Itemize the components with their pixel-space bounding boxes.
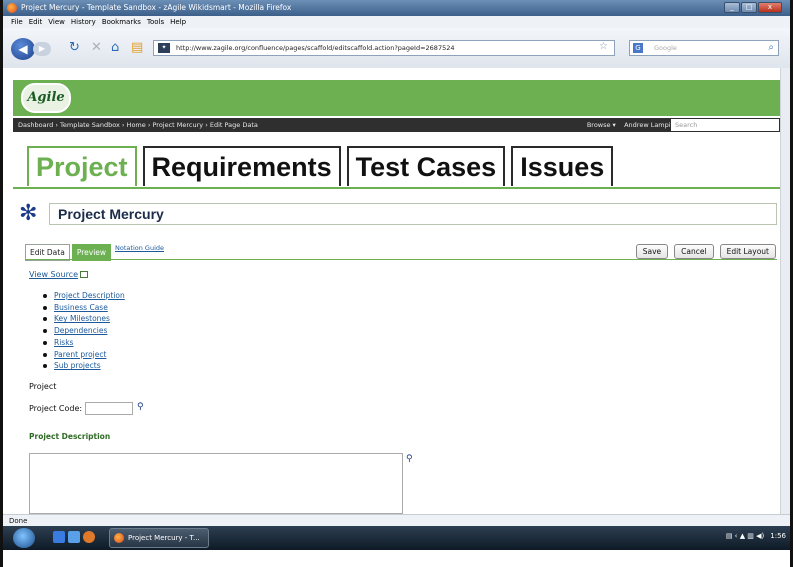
menu-bookmarks[interactable]: Bookmarks xyxy=(102,16,141,28)
breadcrumb[interactable]: Dashboard › Template Sandbox › Home › Pr… xyxy=(18,121,258,129)
menu-file[interactable]: File xyxy=(11,16,23,28)
tab-divider xyxy=(13,187,783,189)
title-bar: Project Mercury - Template Sandbox - zAg… xyxy=(3,0,790,16)
system-tray: ▤ ‹ ▲ ▥ ◀) 1:56 xyxy=(726,532,786,540)
project-code-input[interactable] xyxy=(85,402,133,415)
firefox-icon xyxy=(7,3,17,13)
table-of-contents: Project Description Business Case Key Mi… xyxy=(43,290,125,372)
lookup-icon[interactable]: ⚲ xyxy=(137,402,147,412)
stop-icon[interactable]: ✕ xyxy=(91,40,102,56)
edit-layout-button[interactable]: Edit Layout xyxy=(719,244,776,259)
ie-icon[interactable] xyxy=(53,531,65,543)
browser-window: Project Mercury - Template Sandbox - zAg… xyxy=(0,0,793,567)
menu-bar: File Edit View History Bookmarks Tools H… xyxy=(3,16,790,28)
toc-risks[interactable]: Risks xyxy=(43,337,125,349)
toc-sub-projects[interactable]: Sub projects xyxy=(43,360,125,372)
agile-logo[interactable]: Agile xyxy=(21,83,71,113)
status-bar: Done xyxy=(3,514,790,526)
save-button[interactable]: Save xyxy=(635,244,669,259)
bookmark-star-icon[interactable]: ☆ xyxy=(599,41,608,52)
edit-tabs-divider xyxy=(25,259,777,260)
project-name-field[interactable]: Project Mercury xyxy=(49,203,777,225)
main-tabs: Project Requirements Test Cases Issues xyxy=(27,146,614,186)
toc-business-case[interactable]: Business Case xyxy=(43,302,125,314)
menu-edit[interactable]: Edit xyxy=(29,16,43,28)
forward-arrow-icon[interactable]: ▶ xyxy=(33,42,51,56)
minimize-button[interactable]: _ xyxy=(724,2,740,13)
description-lookup-icon[interactable]: ⚲ xyxy=(406,454,416,464)
site-search-input[interactable]: Search xyxy=(671,119,779,131)
user-menu: Browse ▾ Andrew Lampitt ▾ xyxy=(587,118,681,132)
tray-icons[interactable]: ▤ ‹ ▲ ▥ ◀) xyxy=(726,532,764,540)
breadcrumb-bar: Dashboard › Template Sandbox › Home › Pr… xyxy=(13,118,781,132)
project-person-icon: ✻ xyxy=(19,201,38,226)
show-desktop-icon[interactable] xyxy=(68,531,80,543)
menu-history[interactable]: History xyxy=(71,16,96,28)
close-button[interactable]: x xyxy=(758,2,782,13)
menu-view[interactable]: View xyxy=(48,16,65,28)
search-box[interactable]: G Google ⌕ xyxy=(629,40,779,56)
menu-tools[interactable]: Tools xyxy=(147,16,164,28)
clock[interactable]: 1:56 xyxy=(770,532,786,540)
project-description-heading: Project Description xyxy=(29,432,111,441)
tab-test-cases[interactable]: Test Cases xyxy=(346,146,506,186)
view-source-link[interactable]: View Source xyxy=(29,270,89,279)
project-code-label: Project Code: xyxy=(29,404,83,413)
taskbar-item-label: Project Mercury - T... xyxy=(128,534,200,542)
browse-menu[interactable]: Browse ▾ xyxy=(587,121,616,129)
brand-header: Agile xyxy=(13,80,781,116)
page-content: Agile Dashboard › Template Sandbox › Hom… xyxy=(3,68,790,514)
taskbar-firefox-window[interactable]: Project Mercury - T... xyxy=(109,528,209,548)
window-title: Project Mercury - Template Sandbox - zAg… xyxy=(21,3,292,12)
url-text: http://www.zagile.org/confluence/pages/s… xyxy=(176,44,455,52)
reload-icon[interactable]: ↻ xyxy=(69,40,80,56)
windows-taskbar: Project Mercury - T... ▤ ‹ ▲ ▥ ◀) 1:56 xyxy=(3,526,790,550)
page-scrollbar[interactable] xyxy=(780,68,790,514)
address-bar[interactable]: ✦ http://www.zagile.org/confluence/pages… xyxy=(153,40,615,56)
tab-project[interactable]: Project xyxy=(27,146,137,186)
view-source-label: View Source xyxy=(29,270,79,279)
site-favicon-icon: ✦ xyxy=(158,43,170,53)
back-arrow-icon[interactable]: ◀ xyxy=(11,38,35,60)
edit-actions: Save Cancel Edit Layout xyxy=(635,244,776,259)
window-controls: _ □ x xyxy=(724,2,782,13)
toc-dependencies[interactable]: Dependencies xyxy=(43,325,125,337)
notation-guide-link[interactable]: Notation Guide xyxy=(115,244,164,252)
rss-icon[interactable]: ▤ xyxy=(131,40,143,56)
tab-issues[interactable]: Issues xyxy=(511,146,614,186)
start-button[interactable] xyxy=(13,528,35,548)
search-placeholder: Google xyxy=(654,44,677,52)
google-icon: G xyxy=(633,43,643,53)
menu-help[interactable]: Help xyxy=(170,16,186,28)
tab-requirements[interactable]: Requirements xyxy=(142,146,341,186)
maximize-button[interactable]: □ xyxy=(741,2,757,13)
navigation-toolbar: ◀ ▶ ↻ ✕ ⌂ ▤ ✦ http://www.zagile.org/conf… xyxy=(3,28,790,68)
project-section-label: Project xyxy=(29,382,57,391)
firefox-quicklaunch-icon[interactable] xyxy=(83,531,95,543)
external-link-icon xyxy=(80,271,89,278)
cancel-button[interactable]: Cancel xyxy=(674,244,714,259)
status-text: Done xyxy=(9,517,28,525)
toc-project-description[interactable]: Project Description xyxy=(43,290,125,302)
firefox-task-icon xyxy=(114,533,124,543)
toc-parent-project[interactable]: Parent project xyxy=(43,349,125,361)
home-icon[interactable]: ⌂ xyxy=(111,40,119,56)
search-icon[interactable]: ⌕ xyxy=(768,41,774,55)
toc-key-milestones[interactable]: Key Milestones xyxy=(43,313,125,325)
project-description-textarea[interactable] xyxy=(29,453,403,514)
bottom-margin xyxy=(3,550,790,567)
